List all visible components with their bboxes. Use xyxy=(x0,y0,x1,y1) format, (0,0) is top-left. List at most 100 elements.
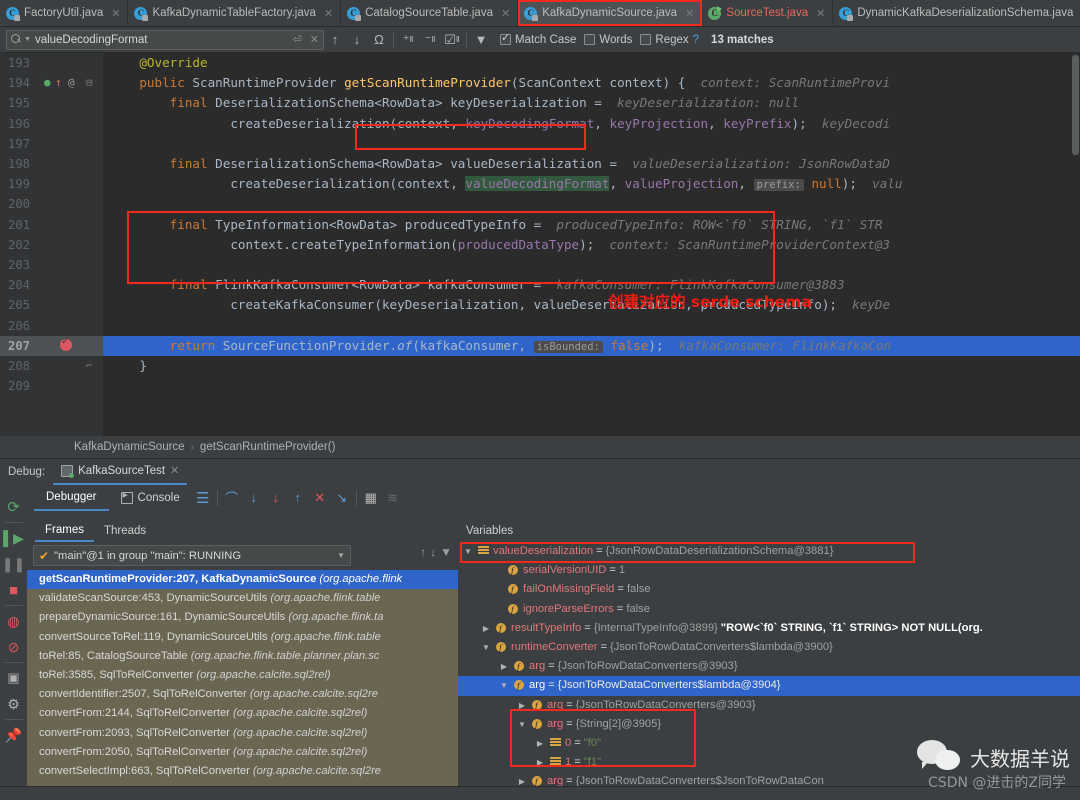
editor-tab-kafkadynamictablefactory[interactable]: C KafkaDynamicTableFactory.java ✕ xyxy=(128,0,342,26)
frames-up-icon[interactable]: ↑ xyxy=(420,545,426,559)
next-match-icon[interactable]: ↓ xyxy=(346,29,368,51)
chevron-down-icon[interactable]: ▼ xyxy=(24,36,31,43)
table-row[interactable]: convertIdentifier:2507, SqlToRelConverte… xyxy=(27,685,458,704)
breadcrumb-class[interactable]: KafkaDynamicSource xyxy=(74,441,185,453)
close-icon[interactable]: ✕ xyxy=(111,7,120,20)
tree-row-ignoreparseerrors[interactable]: ignoreParseErrors = false xyxy=(458,600,1080,620)
chevron-down-icon[interactable]: ▼ xyxy=(480,638,492,657)
tree-row-arg-stringarray[interactable]: ▼ arg = {String[2]@3905} xyxy=(458,715,1080,735)
debug-session-tab[interactable]: KafkaSourceTest ✕ xyxy=(53,459,188,485)
pin-icon[interactable]: 📌 xyxy=(1,722,27,748)
run-to-cursor-icon[interactable]: ↘ xyxy=(331,487,353,509)
table-row[interactable]: toRel:3585, SqlToRelConverter (org.apach… xyxy=(27,666,458,685)
tree-row-arg-2-selected[interactable]: ▼ arg = {JsonToRowDataConverters$lambda@… xyxy=(458,676,1080,697)
table-row[interactable]: convertSourceToRel:119, DynamicSourceUti… xyxy=(27,628,458,647)
table-row[interactable]: toRel:85, CatalogSourceTable (org.apache… xyxy=(27,647,458,666)
chevron-right-icon[interactable]: ▶ xyxy=(498,657,510,676)
view-breakpoints-icon[interactable]: ◍ xyxy=(1,608,27,634)
settings-gear-icon[interactable]: ⚙ xyxy=(1,691,27,717)
regex-option[interactable]: Regex xyxy=(640,34,689,46)
editor-tab-sourcetest[interactable]: C SourceTest.java ✕ xyxy=(702,0,834,26)
tab-console[interactable]: Console xyxy=(109,484,192,511)
fold-end-icon[interactable]: ⌐ xyxy=(86,356,93,376)
breakpoint-icon[interactable] xyxy=(60,336,72,351)
tab-threads[interactable]: Threads xyxy=(94,519,156,542)
wrap-search-icon[interactable]: ⏎ xyxy=(293,33,302,46)
editor-tab-kafkadynamicsource[interactable]: C KafkaDynamicSource.java ✕ xyxy=(518,0,703,26)
step-out-icon[interactable]: ↑ xyxy=(287,487,309,509)
chevron-right-icon[interactable]: ▶ xyxy=(516,696,528,715)
select-all-icon[interactable]: ☑ Ⅱ xyxy=(441,29,463,51)
table-row[interactable]: convertFrom:2050, SqlToRelConverter (org… xyxy=(27,743,458,762)
tree-row-arg-3[interactable]: ▶ arg = {JsonToRowDataConverters@3903} xyxy=(458,696,1080,716)
pause-icon[interactable]: ❚❚ xyxy=(1,551,27,577)
fold-collapse-icon[interactable]: ⊟ xyxy=(86,73,93,93)
match-case-checkbox[interactable] xyxy=(500,31,511,45)
tree-row-resulttypeinfo[interactable]: ▶ resultTypeInfo = {InternalTypeInfo@389… xyxy=(458,619,1080,639)
call-stack-list[interactable]: getScanRuntimeProvider:207, KafkaDynamic… xyxy=(27,570,458,798)
regex-checkbox[interactable] xyxy=(640,34,652,45)
close-icon[interactable]: ✕ xyxy=(816,7,825,20)
show-execution-point-icon[interactable]: ☰ xyxy=(192,487,214,509)
chevron-right-icon[interactable]: ▶ xyxy=(480,619,492,638)
words-checkbox[interactable] xyxy=(584,34,596,45)
chevron-down-icon[interactable]: ▼ xyxy=(516,715,528,734)
chevron-down-icon[interactable]: ▼ xyxy=(462,542,474,561)
editor-tab-catalogsourcetable[interactable]: C CatalogSourceTable.java ✕ xyxy=(341,0,519,26)
close-icon[interactable]: ✕ xyxy=(170,464,179,477)
chevron-right-icon[interactable]: ▶ xyxy=(534,734,546,753)
close-icon[interactable]: ✕ xyxy=(685,7,694,20)
implemented-method-icon[interactable]: ● xyxy=(44,73,51,93)
tree-row-runtimeconverter[interactable]: ▼ runtimeConverter = {JsonToRowDataConve… xyxy=(458,638,1080,658)
table-row[interactable]: prepareDynamicSource:161, DynamicSourceU… xyxy=(27,608,458,627)
frames-filter-icon[interactable]: ▼ xyxy=(440,545,452,559)
regex-help-icon[interactable]: ? xyxy=(693,34,699,46)
step-into-icon[interactable]: ↓ xyxy=(243,487,265,509)
tree-row-failonmissingfield[interactable]: failOnMissingField = false xyxy=(458,580,1080,601)
chevron-down-icon[interactable]: ▼ xyxy=(498,676,510,695)
prev-match-icon[interactable]: ↑ xyxy=(324,29,346,51)
thread-selector[interactable]: ✔ "main"@1 in group "main": RUNNING ▼ xyxy=(33,545,351,566)
tree-row-serialversionuid[interactable]: serialVersionUID = 1 xyxy=(458,561,1080,581)
override-arrow-icon[interactable]: ↑ xyxy=(55,73,62,93)
stop-icon[interactable]: ■ xyxy=(1,577,27,603)
table-row[interactable]: convertSelectImpl:663, SqlToRelConverter… xyxy=(27,762,458,781)
filter-icon[interactable]: ▼ xyxy=(470,29,492,51)
remove-selection-icon[interactable]: ⁻ Ⅱ xyxy=(419,29,441,51)
select-all-occurrences-icon[interactable]: Ω xyxy=(368,29,390,51)
resume-icon[interactable]: ▌▶ xyxy=(1,525,27,551)
add-selection-icon[interactable]: ⁺ Ⅱ xyxy=(397,29,419,51)
step-over-icon[interactable]: ⌒ xyxy=(221,487,243,509)
match-case-option[interactable]: Match Case xyxy=(500,31,576,46)
chevron-down-icon[interactable]: ▼ xyxy=(337,551,345,560)
evaluate-expression-icon[interactable]: ▦ xyxy=(360,487,382,509)
table-row[interactable]: convertFrom:2144, SqlToRelConverter (org… xyxy=(27,704,458,723)
table-row[interactable]: getScanRuntimeProvider:207, KafkaDynamic… xyxy=(27,570,458,590)
search-input[interactable]: ▼ valueDecodingFormat ⏎ ✕ xyxy=(6,29,324,50)
frames-down-icon[interactable]: ↓ xyxy=(430,545,436,559)
rerun-icon[interactable]: ⟳ xyxy=(1,494,27,520)
tab-debugger[interactable]: Debugger xyxy=(34,484,109,511)
breadcrumb-method[interactable]: getScanRuntimeProvider() xyxy=(200,441,336,453)
chevron-right-icon[interactable]: ▶ xyxy=(534,753,546,772)
drop-frame-icon[interactable]: ✕ xyxy=(309,487,331,509)
settings-icon[interactable]: ≋ xyxy=(382,487,404,509)
code-text[interactable]: @Override public ScanRuntimeProvider get… xyxy=(103,53,1080,436)
editor-tab-factoryutil[interactable]: C FactoryUtil.java ✕ xyxy=(0,0,129,26)
code-editor[interactable]: 193 194 195 196 197 198 199 200 201 202 … xyxy=(0,53,1080,436)
words-option[interactable]: Words xyxy=(584,34,632,46)
table-row[interactable]: validateScanSource:453, DynamicSourceUti… xyxy=(27,589,458,608)
close-icon[interactable]: ✕ xyxy=(324,7,333,20)
tree-row-arg-1[interactable]: ▶ arg = {JsonToRowDataConverters@3903} xyxy=(458,657,1080,677)
force-step-into-icon[interactable]: ↓ xyxy=(265,487,287,509)
tab-frames[interactable]: Frames xyxy=(35,519,94,542)
tree-row-valuedeserialization[interactable]: ▼ valueDeserialization = {JsonRowDataDes… xyxy=(458,542,1080,561)
mute-breakpoints-icon[interactable]: ⊘ xyxy=(1,634,27,660)
clear-search-icon[interactable]: ✕ xyxy=(306,33,319,46)
table-row[interactable]: convertFrom:2093, SqlToRelConverter (org… xyxy=(27,724,458,743)
screenshot-icon[interactable]: ▣ xyxy=(1,665,27,691)
close-icon[interactable]: ✕ xyxy=(501,7,510,20)
variable-value: 1 xyxy=(618,564,626,577)
editor-tab-dynamickafkadeserializationschema[interactable]: C DynamicKafkaDeserializationSchema.java… xyxy=(833,0,1080,26)
editor-scrollbar-thumb[interactable] xyxy=(1072,55,1079,155)
